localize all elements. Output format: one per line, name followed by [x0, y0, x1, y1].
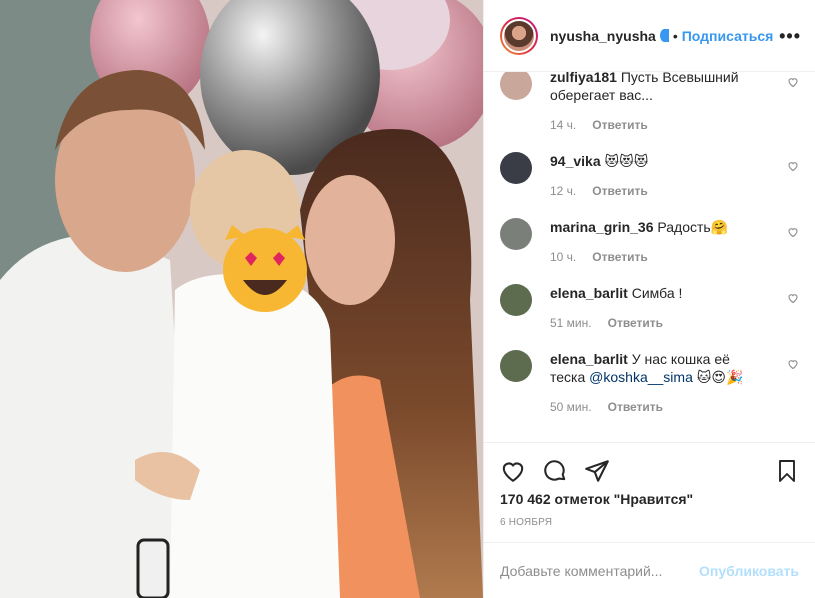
comment-input[interactable]	[500, 562, 700, 579]
instagram-post: nyusha_nyusha • Подписаться ••• zulfiya1…	[0, 0, 815, 598]
commenter-avatar[interactable]	[500, 218, 532, 250]
reply-button[interactable]: Ответить	[608, 400, 663, 414]
header-separator: •	[672, 27, 678, 44]
comment-time: 51 мин.	[550, 316, 592, 330]
like-heart-icon[interactable]	[500, 458, 526, 484]
like-comment-heart-icon[interactable]	[787, 358, 799, 370]
action-icons-row	[500, 451, 799, 491]
commenter-avatar[interactable]	[500, 72, 532, 100]
like-comment-heart-icon[interactable]	[787, 160, 799, 172]
comment-time: 50 мин.	[550, 400, 592, 414]
reply-button[interactable]: Ответить	[608, 316, 663, 330]
commenter-avatar[interactable]	[500, 350, 532, 382]
commenter-username[interactable]: zulfiya181	[550, 72, 617, 85]
commenter-username[interactable]: elena_barlit	[550, 351, 628, 367]
commenter-avatar[interactable]	[500, 284, 532, 316]
comments-list[interactable]: zulfiya181 Пусть Всевышний оберегает вас…	[484, 72, 815, 442]
like-comment-heart-icon[interactable]	[787, 292, 799, 304]
add-comment-bar: Опубликовать	[484, 542, 815, 598]
author-avatar[interactable]	[500, 16, 538, 55]
likes-count[interactable]: 170 462 отметок "Нравится"	[500, 491, 799, 507]
comment-bubble-icon[interactable]	[542, 458, 568, 484]
comment-emoji: 🐱😍🎉	[696, 369, 744, 385]
comment-item: zulfiya181 Пусть Всевышний оберегает вас…	[500, 72, 799, 132]
publish-button[interactable]: Опубликовать	[699, 563, 799, 579]
commenter-username[interactable]: marina_grin_36	[550, 219, 654, 235]
post-photo[interactable]	[0, 0, 483, 598]
reply-button[interactable]: Ответить	[592, 250, 647, 264]
follow-button[interactable]: Подписаться	[682, 28, 774, 44]
comment-item: elena_barlit У нас кошка её теска @koshk…	[500, 350, 799, 414]
comment-time: 10 ч.	[550, 250, 577, 264]
comment-item: elena_barlit Симба ! 51 мин. Ответить	[500, 284, 799, 330]
author-username[interactable]: nyusha_nyusha	[550, 28, 656, 44]
post-header: nyusha_nyusha • Подписаться •••	[484, 0, 815, 72]
more-options-icon[interactable]: •••	[779, 27, 801, 45]
reply-button[interactable]: Ответить	[592, 118, 647, 132]
comment-item: 94_vika 😻😻😻 12 ч. Ответить	[500, 152, 799, 198]
commenter-username[interactable]: 94_vika	[550, 153, 601, 169]
like-comment-heart-icon[interactable]	[787, 226, 799, 238]
comment-text: Симба !	[631, 285, 683, 301]
post-sidebar: nyusha_nyusha • Подписаться ••• zulfiya1…	[483, 0, 815, 598]
like-comment-heart-icon[interactable]	[787, 76, 799, 88]
commenter-avatar[interactable]	[500, 152, 532, 184]
mention-link[interactable]: @koshka__sima	[589, 369, 693, 385]
comment-text: 😻😻😻	[604, 153, 649, 169]
bookmark-icon[interactable]	[775, 458, 799, 484]
verified-badge-icon	[659, 29, 669, 42]
share-paper-plane-icon[interactable]	[584, 458, 610, 484]
comment-text: Радость🤗	[657, 219, 729, 235]
reply-button[interactable]: Ответить	[592, 184, 647, 198]
comment-time: 12 ч.	[550, 184, 577, 198]
comment-item: marina_grin_36 Радость🤗 10 ч. Ответить	[500, 218, 799, 264]
post-date[interactable]: 6 ноября	[500, 517, 799, 528]
post-photo-illustration	[0, 0, 483, 598]
comment-time: 14 ч.	[550, 118, 577, 132]
commenter-username[interactable]: elena_barlit	[550, 285, 628, 301]
post-actions: 170 462 отметок "Нравится" 6 ноября	[484, 442, 815, 528]
